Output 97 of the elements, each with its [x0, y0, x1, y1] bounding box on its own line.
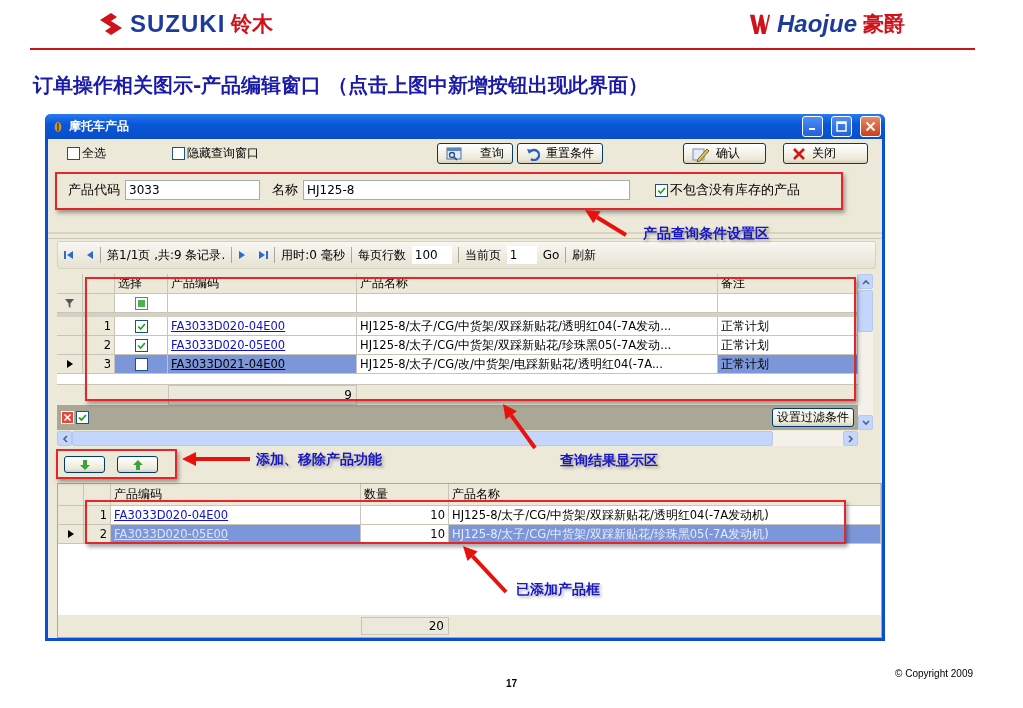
brand-name: SUZUKI	[130, 10, 226, 38]
row-pointer-icon	[67, 530, 74, 538]
minimize-button[interactable]	[802, 116, 823, 137]
quantity-total: 20	[361, 617, 449, 635]
checkbox[interactable]	[172, 147, 185, 160]
up-arrow-icon	[132, 459, 143, 470]
apply-filter-icon[interactable]	[76, 411, 89, 424]
rows-per-page-label: 每页行数	[357, 246, 406, 264]
row-number: 3	[83, 355, 115, 374]
checkbox[interactable]	[67, 147, 80, 160]
down-arrow-icon	[79, 459, 90, 470]
filter-icon[interactable]	[65, 298, 74, 308]
checkbox[interactable]	[134, 319, 148, 333]
previous-page-icon[interactable]	[86, 250, 94, 260]
close-icon	[792, 146, 806, 161]
input-field[interactable]: 3033	[125, 180, 260, 200]
checkbox-label: 隐藏查询窗口	[187, 145, 259, 162]
field-label: 产品代码	[68, 181, 120, 199]
callout-label: 添加、移除产品功能	[256, 451, 382, 469]
remove-button[interactable]	[117, 456, 158, 473]
app-icon	[53, 119, 63, 134]
go-button[interactable]: Go	[542, 248, 560, 262]
search-icon	[446, 146, 462, 161]
pen-icon	[692, 145, 710, 162]
window-title: 摩托车产品	[69, 118, 130, 135]
note-cell: 正常计划	[718, 355, 858, 374]
undo-icon	[526, 146, 540, 161]
product-name-cell: HJ125-8/太子/CG/改/中货架/电踩新贴花/透明红04(-7A...	[357, 355, 718, 374]
scroll-down-icon[interactable]	[861, 419, 870, 426]
product-name-cell: HJ125-8/太子/CG/中货架/双踩新贴花/透明红04(-7A发动...	[357, 317, 718, 336]
filter-checkbox[interactable]	[134, 296, 148, 310]
table-cell[interactable]	[718, 294, 858, 313]
quantity-cell[interactable]: 10	[361, 506, 449, 525]
checkbox[interactable]	[134, 338, 148, 352]
arrow	[463, 546, 508, 594]
row-number: 1	[83, 317, 115, 336]
elapsed-time: 用时:0 毫秒	[281, 246, 345, 264]
row-number: 1	[84, 506, 111, 525]
scroll-left-icon[interactable]	[61, 434, 68, 443]
checkbox[interactable]	[655, 183, 668, 197]
arrow	[182, 452, 250, 466]
maximize-icon	[836, 121, 847, 132]
page-info: 第1/1页 ,共:9 条记录.	[107, 246, 226, 264]
close-icon	[865, 121, 876, 132]
scroll-up-icon[interactable]	[861, 278, 870, 285]
maximize-button[interactable]	[831, 116, 852, 137]
brand-name-chinese: 豪爵	[863, 11, 905, 38]
emblem-icon	[98, 12, 124, 36]
note-cell: 正常计划	[718, 336, 858, 355]
checkbox-label: 全选	[82, 145, 106, 162]
scroll-right-icon[interactable]	[847, 434, 854, 443]
row-number: 2	[83, 336, 115, 355]
product-name-cell: HJ125-8/太子/CG/中货架/双踩新贴花/珍珠黑05(-7A发动...	[357, 336, 718, 355]
field-label: 名称	[272, 181, 298, 199]
refresh-button[interactable]: 刷新	[572, 246, 597, 264]
current-page-label: 当前页	[464, 246, 501, 264]
search-button[interactable]: 查询	[437, 143, 513, 164]
brand-name-chinese: 铃木	[231, 11, 274, 38]
filter-settings-button[interactable]: 设置过滤条件	[772, 408, 854, 427]
checkbox[interactable]	[134, 357, 148, 371]
clear-filter-icon[interactable]	[61, 411, 74, 424]
table-cell[interactable]	[357, 294, 718, 313]
column-header[interactable]: 产品编码	[111, 484, 361, 506]
product-code-link[interactable]: FA3033D020-04E00	[114, 508, 229, 522]
input-field[interactable]: HJ125-8	[303, 180, 630, 200]
product-code-link[interactable]: FA3033D020-05E00	[171, 338, 286, 352]
slide-title: 订单操作相关图示-产品编辑窗口 （点击上图中新增按钮出现此界面）	[33, 72, 650, 99]
close-button[interactable]: 关闭	[783, 143, 868, 164]
arrow	[503, 404, 537, 450]
emblem-icon	[749, 12, 771, 36]
callout-label: 已添加产品框	[516, 581, 600, 599]
add-button[interactable]	[64, 456, 105, 473]
next-page-icon[interactable]	[238, 250, 247, 260]
table-cell[interactable]	[168, 294, 357, 313]
checkbox-label: 不包含没有库存的产品	[670, 181, 800, 199]
scroll-thumb[interactable]	[858, 290, 873, 332]
first-page-icon[interactable]	[64, 250, 74, 260]
confirm-button[interactable]: 确认	[683, 143, 766, 164]
current-page-field[interactable]: 1	[506, 246, 537, 264]
rows-per-page-field[interactable]: 100	[411, 246, 452, 264]
row-pointer-icon	[66, 360, 73, 368]
brand-name: Haojue	[777, 10, 857, 38]
reset-button[interactable]: 重置条件	[517, 143, 603, 164]
callout-label: 产品查询条件设置区	[643, 225, 769, 243]
vertical-scrollbar[interactable]	[858, 274, 873, 430]
column-header[interactable]: 产品名称	[449, 484, 881, 506]
product-name-cell: HJ125-8/太子/CG/中货架/双踩新贴花/珍珠黑05(-7A发动机)	[449, 525, 881, 544]
arrow	[585, 210, 628, 237]
close-button[interactable]	[860, 116, 881, 137]
copyright: © Copyright 2009	[895, 668, 973, 681]
callout-label: 查询结果显示区	[560, 452, 658, 470]
page-number: 17	[505, 678, 518, 691]
last-page-icon[interactable]	[258, 250, 269, 260]
note-cell: 正常计划	[718, 317, 858, 336]
row-count: 9	[168, 385, 357, 405]
column-header[interactable]: 数量	[361, 484, 449, 506]
product-code-link[interactable]: FA3033D020-04E00	[171, 319, 286, 333]
